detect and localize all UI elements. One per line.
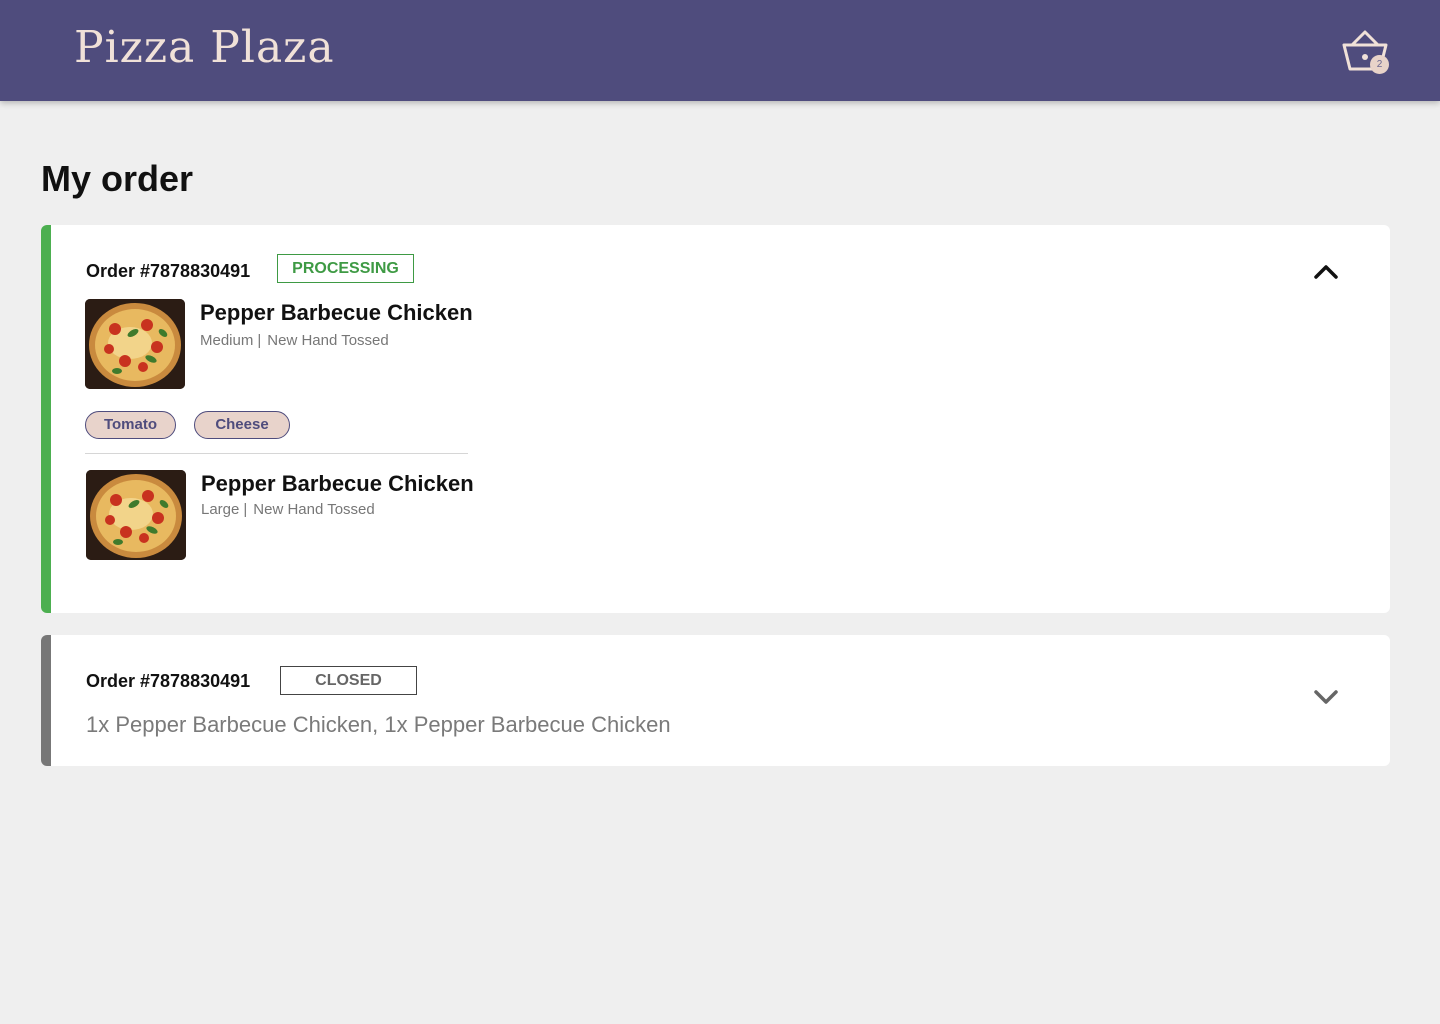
chevron-up-icon <box>1314 265 1338 279</box>
item-name: Pepper Barbecue Chicken <box>201 471 474 496</box>
order-item: Pepper Barbecue Chicken Large | New Hand T… <box>86 470 486 562</box>
cart-count-badge: 2 <box>1370 55 1389 74</box>
item-details: Large | New Hand Tossed <box>201 501 375 518</box>
chevron-down-icon <box>1314 690 1338 704</box>
order-item: Pepper Barbecue Chicken Medium | New Hand … <box>85 299 485 391</box>
topping-chip: Tomato <box>85 411 176 439</box>
status-badge: CLOSED <box>280 666 417 695</box>
status-badge: PROCESSING <box>277 254 414 283</box>
order-number: Order #7878830491 <box>86 671 251 691</box>
brand-logo[interactable]: Pizza Plaza <box>74 20 335 76</box>
order-card-closed[interactable]: Order #7878830491 CLOSED 1x Pepper Barbe… <box>41 635 1390 766</box>
pizza-image <box>85 299 185 389</box>
item-size: Medium <box>200 332 254 349</box>
item-name: Pepper Barbecue Chicken <box>200 300 473 325</box>
order-card-processing: Order #7878830491 PROCESSING Pepper Barb… <box>41 225 1390 613</box>
status-accent-bar <box>41 225 51 613</box>
pizza-image <box>86 470 186 560</box>
status-accent-bar <box>41 635 51 766</box>
expand-button[interactable] <box>1311 682 1341 712</box>
item-size: Large <box>201 501 240 518</box>
order-summary: 1x Pepper Barbecue Chicken, 1x Pepper Ba… <box>86 712 671 737</box>
item-details: Medium | New Hand Tossed <box>200 332 389 349</box>
item-crust: New Hand Tossed <box>253 501 375 518</box>
page-title: My order <box>41 158 194 199</box>
collapse-button[interactable] <box>1311 258 1341 288</box>
item-divider <box>85 453 468 454</box>
order-number: Order #7878830491 <box>86 261 251 281</box>
item-crust: New Hand Tossed <box>267 332 389 349</box>
app-header: Pizza Plaza 2 <box>0 0 1440 101</box>
topping-chip: Cheese <box>194 411 290 439</box>
cart-button[interactable]: 2 <box>1340 27 1394 79</box>
